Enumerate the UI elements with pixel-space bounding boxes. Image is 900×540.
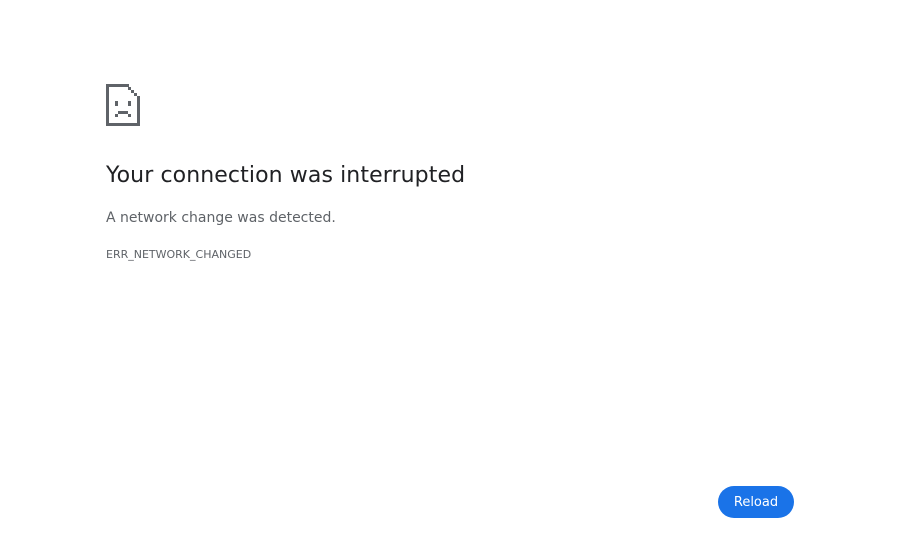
error-page: Your connection was interrupted A networ… — [0, 0, 900, 540]
error-title: Your connection was interrupted — [106, 163, 466, 188]
sad-document-icon — [106, 84, 140, 126]
error-message: A network change was detected. — [106, 210, 336, 226]
reload-button[interactable]: Reload — [718, 486, 794, 518]
error-code: ERR_NETWORK_CHANGED — [106, 248, 252, 261]
